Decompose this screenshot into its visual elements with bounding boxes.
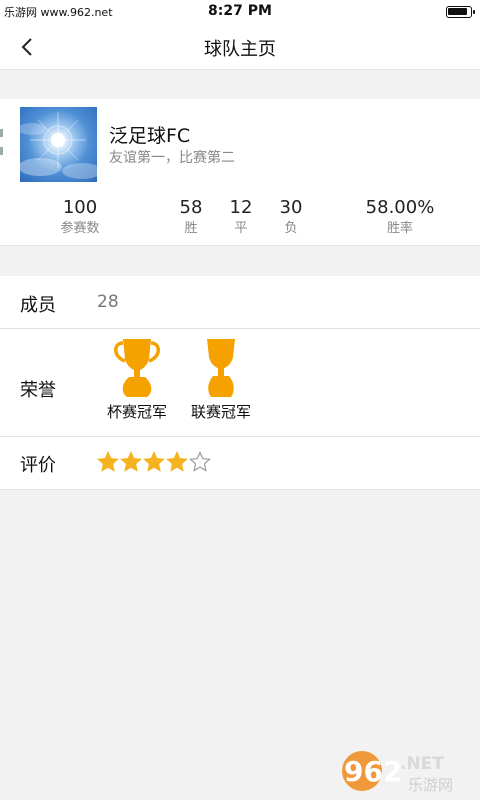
status-time: 8:27 PM bbox=[208, 3, 272, 19]
battery-fill bbox=[448, 8, 467, 15]
stat-value: 100 bbox=[62, 197, 98, 218]
team-logo[interactable] bbox=[20, 107, 97, 182]
league-trophy-icon bbox=[207, 339, 235, 397]
members-count: 28 bbox=[97, 292, 119, 312]
stat-value: 58 bbox=[179, 197, 203, 218]
star-filled-icon bbox=[166, 451, 188, 472]
honor-league-champion[interactable]: 联赛冠军 bbox=[185, 337, 257, 422]
star-filled-icon bbox=[143, 451, 165, 472]
stat-label: 负 bbox=[284, 221, 298, 236]
stat-label: 胜率 bbox=[386, 221, 413, 236]
stat-draws: 12 平 bbox=[221, 197, 261, 238]
stat-label: 胜 bbox=[184, 221, 198, 236]
team-info-list: 成员 28 荣誉 杯赛冠军 联赛冠军 评价 bbox=[0, 276, 480, 490]
sky-sun-image bbox=[20, 112, 97, 179]
edge-marks bbox=[0, 129, 3, 169]
stat-win-rate: 58.00% 胜率 bbox=[350, 197, 450, 238]
stat-losses: 30 负 bbox=[271, 197, 311, 238]
rating-row: 评价 bbox=[0, 437, 480, 490]
team-name: 泛足球FC bbox=[109, 125, 191, 147]
star-empty-icon bbox=[189, 451, 211, 472]
watermark-suffix: .NET bbox=[400, 754, 444, 774]
rating-stars bbox=[97, 451, 212, 473]
honors-row: 荣誉 杯赛冠军 联赛冠军 bbox=[0, 329, 480, 437]
stat-value: 30 bbox=[279, 197, 303, 218]
watermark-subtitle: 乐游网 bbox=[408, 776, 453, 794]
status-bar: 乐游网 www.962.net 8:27 PM bbox=[0, 0, 480, 24]
stat-label: 参赛数 bbox=[60, 221, 100, 236]
watermark-brand: 962 bbox=[344, 755, 402, 788]
star-filled-icon bbox=[120, 451, 142, 472]
team-motto: 友谊第一，比赛第二 bbox=[109, 150, 235, 166]
stat-wins: 58 胜 bbox=[171, 197, 211, 238]
battery-icon bbox=[446, 6, 475, 18]
members-row[interactable]: 成员 28 bbox=[0, 276, 480, 329]
stat-value: 12 bbox=[229, 197, 253, 218]
honor-cup-champion[interactable]: 杯赛冠军 bbox=[101, 337, 173, 422]
rating-label: 评价 bbox=[20, 455, 56, 476]
page-title: 球队主页 bbox=[204, 39, 276, 60]
cup-trophy-icon bbox=[114, 339, 160, 397]
honor-name: 联赛冠军 bbox=[190, 403, 251, 421]
team-card: 泛足球FC 友谊第一，比赛第二 100 参赛数 58 胜 12 平 30 负 5… bbox=[0, 99, 480, 246]
navigation-bar: 球队主页 bbox=[0, 24, 480, 70]
honor-name: 杯赛冠军 bbox=[106, 403, 167, 421]
watermark-logo: 962 .NET 乐游网 bbox=[342, 751, 453, 794]
stat-value: 58.00% bbox=[365, 197, 435, 218]
stat-matches: 100 参赛数 bbox=[40, 197, 120, 238]
honors-label: 荣誉 bbox=[20, 380, 56, 401]
star-filled-icon bbox=[97, 451, 119, 472]
stat-label: 平 bbox=[234, 221, 248, 236]
members-label: 成员 bbox=[20, 295, 56, 316]
